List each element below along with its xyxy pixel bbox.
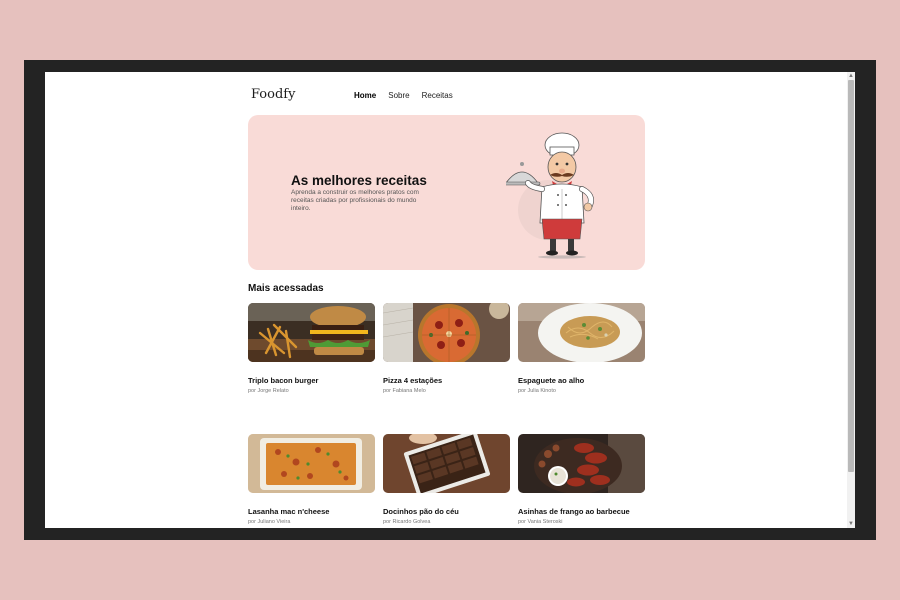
site-header: Foodfy Home Sobre Receitas <box>251 86 645 106</box>
section-title: Mais acessadas <box>248 283 324 294</box>
burger-photo[interactable] <box>248 303 375 362</box>
lasagna-photo[interactable] <box>248 434 375 493</box>
recipe-author: por Julia Kinoto <box>518 388 556 394</box>
recipe-title[interactable]: Docinhos pão do céu <box>383 507 459 516</box>
recipe-card[interactable]: Pizza 4 estações por Fabiana Melo <box>383 303 510 394</box>
hero-title: As melhores receitas <box>291 173 427 188</box>
chef-illustration <box>506 132 594 259</box>
spaghetti-photo[interactable] <box>518 303 645 362</box>
recipe-title[interactable]: Pizza 4 estações <box>383 376 442 385</box>
recipe-card[interactable]: Lasanha mac n'cheese por Juliano Vieira <box>248 434 375 525</box>
recipe-author: por Juliano Vieira <box>248 519 291 525</box>
nav-home-link[interactable]: Home <box>354 91 376 100</box>
vertical-scrollbar[interactable]: ▲ ▼ <box>847 72 855 528</box>
recipe-card[interactable]: Asinhas de frango ao barbecue por Vania … <box>518 434 645 525</box>
recipe-card[interactable]: Docinhos pão do céu por Ricardo Golvea <box>383 434 510 525</box>
hero-banner: As melhores receitas Aprenda a construir… <box>248 115 645 270</box>
recipe-author: por Fabiana Melo <box>383 388 426 394</box>
main-nav: Home Sobre Receitas <box>354 91 453 100</box>
browser-viewport: Foodfy Home Sobre Receitas As melhores r… <box>45 72 855 528</box>
recipe-author: por Vania Steroski <box>518 519 563 525</box>
site-logo[interactable]: Foodfy <box>251 87 295 102</box>
recipe-title[interactable]: Triplo bacon burger <box>248 376 318 385</box>
scrollbar-thumb[interactable] <box>848 80 854 472</box>
nav-recipes-link[interactable]: Receitas <box>422 91 453 100</box>
recipe-title[interactable]: Lasanha mac n'cheese <box>248 507 329 516</box>
recipe-card[interactable]: Triplo bacon burger por Jorge Relato <box>248 303 375 394</box>
pizza-photo[interactable] <box>383 303 510 362</box>
recipe-title[interactable]: Asinhas de frango ao barbecue <box>518 507 630 516</box>
recipe-card[interactable]: Espaguete ao alho por Julia Kinoto <box>518 303 645 394</box>
hero-description: Aprenda a construir os melhores pratos c… <box>291 189 419 212</box>
sweets-photo[interactable] <box>383 434 510 493</box>
chicken-wings-photo[interactable] <box>518 434 645 493</box>
recipe-title[interactable]: Espaguete ao alho <box>518 376 584 385</box>
recipe-author: por Ricardo Golvea <box>383 519 431 525</box>
nav-about-link[interactable]: Sobre <box>388 91 409 100</box>
recipe-author: por Jorge Relato <box>248 388 289 394</box>
scroll-down-arrow-icon[interactable]: ▼ <box>847 520 855 528</box>
scroll-up-arrow-icon[interactable]: ▲ <box>847 72 855 80</box>
